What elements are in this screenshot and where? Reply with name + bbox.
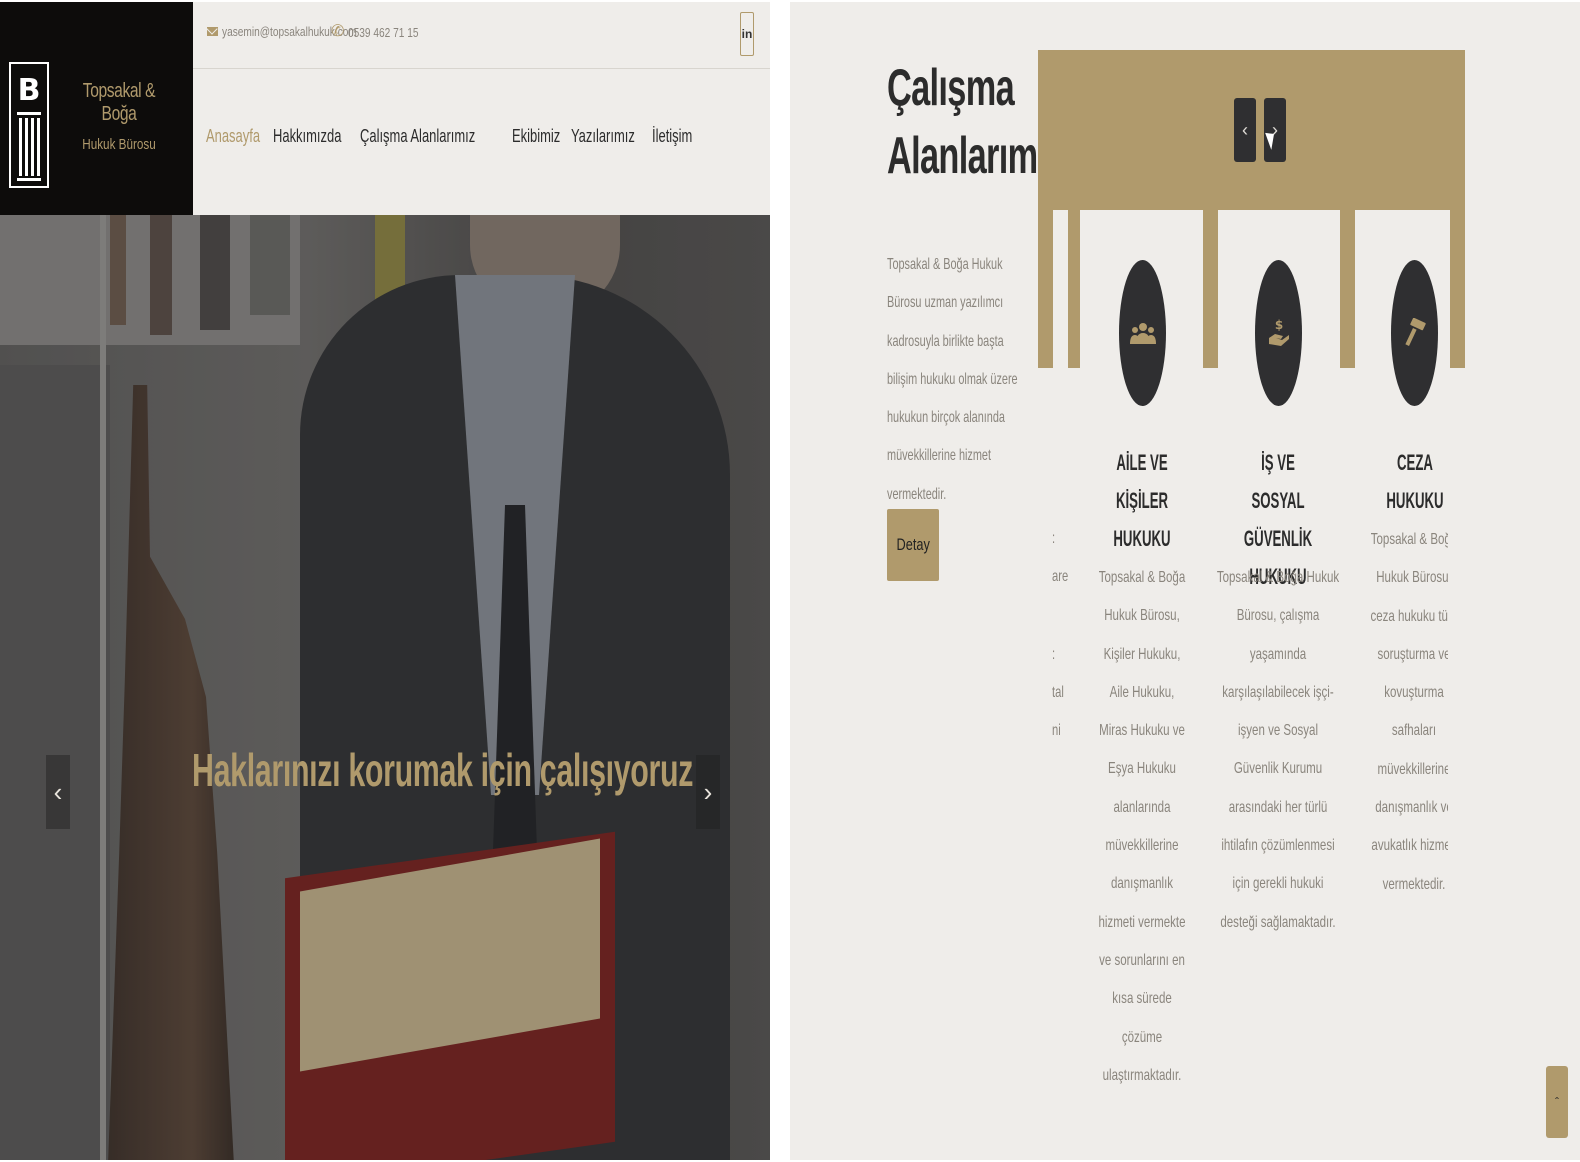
carousel-strip [1068,210,1080,368]
pillar-logo-icon: B [9,62,49,188]
card-title: AİLE VE KİŞİLER HUKUKU [1113,450,1171,551]
section-description: Topsakal & Boğa Hukuk Bürosu uzman yazıl… [887,256,1018,503]
brand-subtitle: Hukuk Bürosu [82,136,156,153]
money-hand-icon: $ [1268,318,1289,346]
carousel-strip [1340,210,1355,368]
logo[interactable]: B Topsakal & Boğa Hukuk Bürosu [0,2,193,215]
hero-overlay [0,215,770,1160]
linkedin-button[interactable]: in [740,12,754,56]
nav-item-calisma-alanlarimiz[interactable]: Çalışma Alanlarımız [360,126,475,147]
card-title: CEZA HUKUKU [1386,450,1444,513]
hero-headline: Haklarınızı korumak için çalışıyoruz [192,744,694,796]
detail-button-label: Detay [896,535,930,554]
card-clip: CEZA HUKUKU Topsakal & Boğa Hukuk Bürosu… [1368,2,1448,1160]
card-edge [1053,210,1068,370]
nav-item-ekibimiz[interactable]: Ekibimiz [512,126,560,147]
carousel-next-button[interactable]: › [1264,98,1286,162]
nav-item-iletisim[interactable]: İletişim [652,126,692,147]
practice-areas-section: Çalışma Alanlarımız Topsakal & Boğa Huku… [790,2,1580,1160]
card-text: Topsakal & Boğa Hukuk Bürosu, çalışma ya… [1216,569,1340,931]
main-nav: Anasayfa Hakkımızda Çalışma Alanlarımız … [206,126,692,147]
partial-card-text: : [1052,530,1056,547]
card-icon-circle [1119,260,1166,406]
partial-card-text: ni [1052,722,1061,739]
section-title: Çalışma Alanlarımız [887,54,1063,190]
carousel-strip [1450,210,1465,368]
partial-card-text: are [1052,568,1069,585]
card-icon-circle: $ [1255,260,1302,406]
partial-card-text: tal [1052,684,1064,701]
mail-icon [207,27,218,36]
carousel-prev-button[interactable]: ‹ [1234,98,1256,162]
nav-item-hakkimizda[interactable]: Hakkımızda [273,126,341,147]
detail-button[interactable]: Detay [887,509,939,581]
carousel-strip [1038,210,1053,368]
chevron-right-icon: › [703,776,713,807]
section-title-line1: Çalışma [887,59,1015,117]
svg-text:B: B [18,73,41,108]
brand-title: Topsakal & Boğa [82,80,156,125]
contact-bar: yasemin@topsakalhukuk.com ✆ 0539 462 71 … [193,2,770,69]
section-title-line2: Alanlarımız [887,127,1063,185]
phone-icon: ✆ [331,23,345,40]
carousel-strip [1203,210,1218,368]
phone-text: 0539 462 71 15 [348,24,419,40]
card-text: Topsakal & Boğa Hukuk Bürosu, Kişiler Hu… [1098,569,1186,1084]
hero-slider: Haklarınızı korumak için çalışıyoruz ‹ › [0,215,770,1160]
nav-item-yazilarimiz[interactable]: Yazılarımız [571,126,635,147]
scroll-top-button[interactable]: ˆ [1546,1066,1568,1138]
hero-prev-button[interactable]: ‹ [46,755,70,829]
homepage-panel: B Topsakal & Boğa Hukuk Bürosu yasemin@t… [0,2,770,1160]
partial-card-text: : [1052,646,1056,663]
phone-contact[interactable]: ✆ 0539 462 71 15 [331,24,439,40]
chevron-left-icon: ‹ [1242,119,1248,140]
chevron-left-icon: ‹ [53,776,63,807]
nav-item-anasayfa[interactable]: Anasayfa [206,126,260,147]
svg-text:$: $ [1274,318,1282,332]
card-text: Topsakal & Boğa Hukuk Bürosu, ceza hukuk… [1370,531,1448,893]
chevron-up-icon: ˆ [1555,1095,1559,1109]
people-icon [1129,323,1156,344]
hero-next-button[interactable]: › [696,755,720,829]
